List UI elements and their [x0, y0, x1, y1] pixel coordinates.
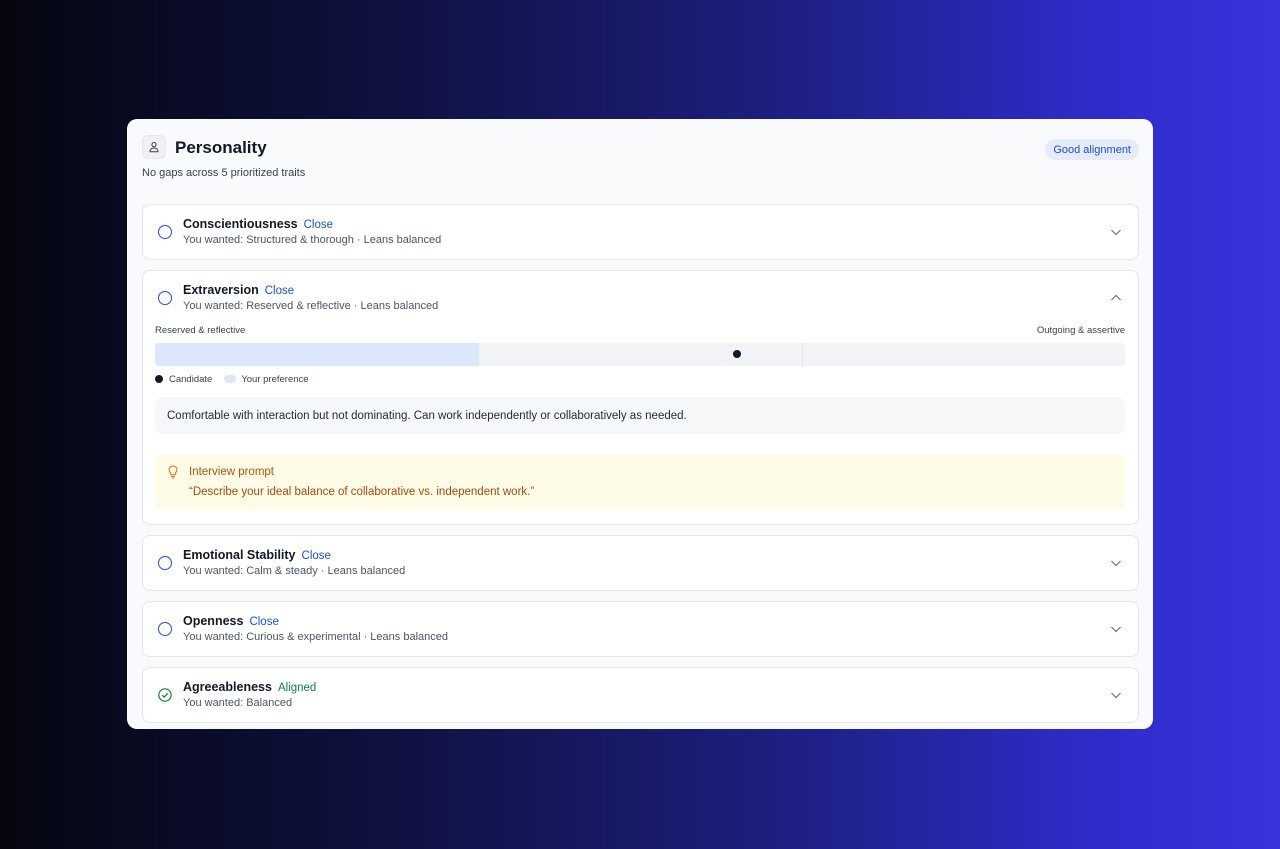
personality-card: Personality No gaps across 5 prioritized… [127, 119, 1153, 729]
trait-name: Extraversion [183, 283, 259, 297]
trait-header-agreeableness[interactable]: Agreeableness Aligned You wanted: Balance… [143, 668, 1138, 722]
card-header: Personality No gaps across 5 prioritized… [142, 135, 1139, 207]
trait-title: Extraversion Close [183, 283, 294, 297]
interview-prompt: Interview prompt “Describe your ideal ba… [155, 455, 1125, 510]
trait-wanted: You wanted: Calm & steady · Leans balanc… [183, 565, 406, 577]
scale-divider [801, 343, 803, 366]
status-circle-icon [158, 225, 172, 239]
trait-status-tag: Aligned [277, 682, 317, 694]
trait-item-emotional-stability: Emotional Stability Close You wanted: Cal… [142, 535, 1139, 591]
candidate-marker [733, 350, 741, 358]
trait-title: Conscientiousness Close [183, 217, 333, 231]
trait-wanted: You wanted: Structured & thorough · Lean… [183, 234, 442, 246]
trait-header-conscientiousness[interactable]: Conscientiousness Close You wanted: Struc… [143, 205, 1138, 259]
trait-status-tag: Close [301, 550, 331, 562]
page-subtitle: No gaps across 5 prioritized traits [142, 167, 306, 179]
trait-header-openness[interactable]: Openness Close You wanted: Curious & expe… [143, 602, 1138, 656]
status-circle-icon [158, 622, 172, 636]
chevron-down-icon[interactable] [1110, 226, 1122, 238]
trait-item-conscientiousness: Conscientiousness Close You wanted: Struc… [142, 204, 1139, 260]
person-icon [142, 135, 166, 159]
trait-scale-track [155, 343, 1125, 366]
check-circle-icon [158, 688, 172, 702]
chevron-up-icon[interactable] [1110, 292, 1122, 304]
interview-prompt-text: “Describe your ideal balance of collabor… [189, 486, 535, 498]
chevron-down-icon[interactable] [1110, 689, 1122, 701]
trait-name: Emotional Stability [183, 548, 296, 562]
trait-item-agreeableness: Agreeableness Aligned You wanted: Balance… [142, 667, 1139, 723]
trait-item-extraversion: Extraversion Close You wanted: Reserved &… [142, 270, 1139, 525]
scale-legend: Candidate Your preference [155, 366, 1125, 392]
preference-range [155, 343, 479, 366]
trait-name: Openness [183, 614, 244, 628]
status-circle-icon [158, 291, 172, 305]
candidate-legend-label: Candidate [169, 373, 213, 385]
page-title: Personality [175, 138, 267, 157]
trait-title: Emotional Stability Close [183, 548, 331, 562]
trait-list: Conscientiousness Close You wanted: Struc… [142, 204, 1139, 733]
interview-prompt-title: Interview prompt [189, 466, 275, 478]
trait-header-emotional-stability[interactable]: Emotional Stability Close You wanted: Cal… [143, 536, 1138, 590]
trait-status-tag: Close [264, 285, 295, 297]
trait-title: Agreeableness Aligned [183, 680, 316, 694]
preference-legend-label: Your preference [241, 373, 309, 385]
trait-description-text: Comfortable with interaction but not dom… [167, 409, 687, 422]
trait-wanted: You wanted: Curious & experimental · Lea… [183, 631, 448, 643]
trait-title: Openness Close [183, 614, 279, 628]
status-circle-icon [158, 556, 172, 570]
scale-labels: Reserved & reflective Outgoing & asserti… [155, 325, 1125, 343]
chevron-down-icon[interactable] [1110, 623, 1122, 635]
trait-header-extraversion[interactable]: Extraversion Close You wanted: Reserved &… [143, 271, 1138, 325]
trait-status-tag: Close [249, 616, 279, 628]
scale-right-label: Outgoing & assertive [1036, 325, 1125, 336]
trait-name: Agreeableness [183, 680, 272, 694]
trait-details: Reserved & reflective Outgoing & asserti… [143, 325, 1138, 524]
preference-legend-swatch [224, 375, 237, 383]
trait-name: Conscientiousness [183, 217, 298, 231]
trait-wanted: You wanted: Reserved & reflective · Lean… [183, 300, 439, 312]
trait-wanted: You wanted: Balanced [183, 697, 293, 709]
alignment-badge: Good alignment [1045, 139, 1139, 160]
scale-divider [478, 343, 480, 366]
lightbulb-icon [168, 465, 178, 479]
trait-item-openness: Openness Close You wanted: Curious & expe… [142, 601, 1139, 657]
trait-status-tag: Close [303, 219, 334, 231]
candidate-legend-dot [155, 375, 163, 383]
scale-left-label: Reserved & reflective [155, 325, 246, 336]
trait-description: Comfortable with interaction but not dom… [155, 397, 1125, 434]
chevron-down-icon[interactable] [1110, 557, 1122, 569]
